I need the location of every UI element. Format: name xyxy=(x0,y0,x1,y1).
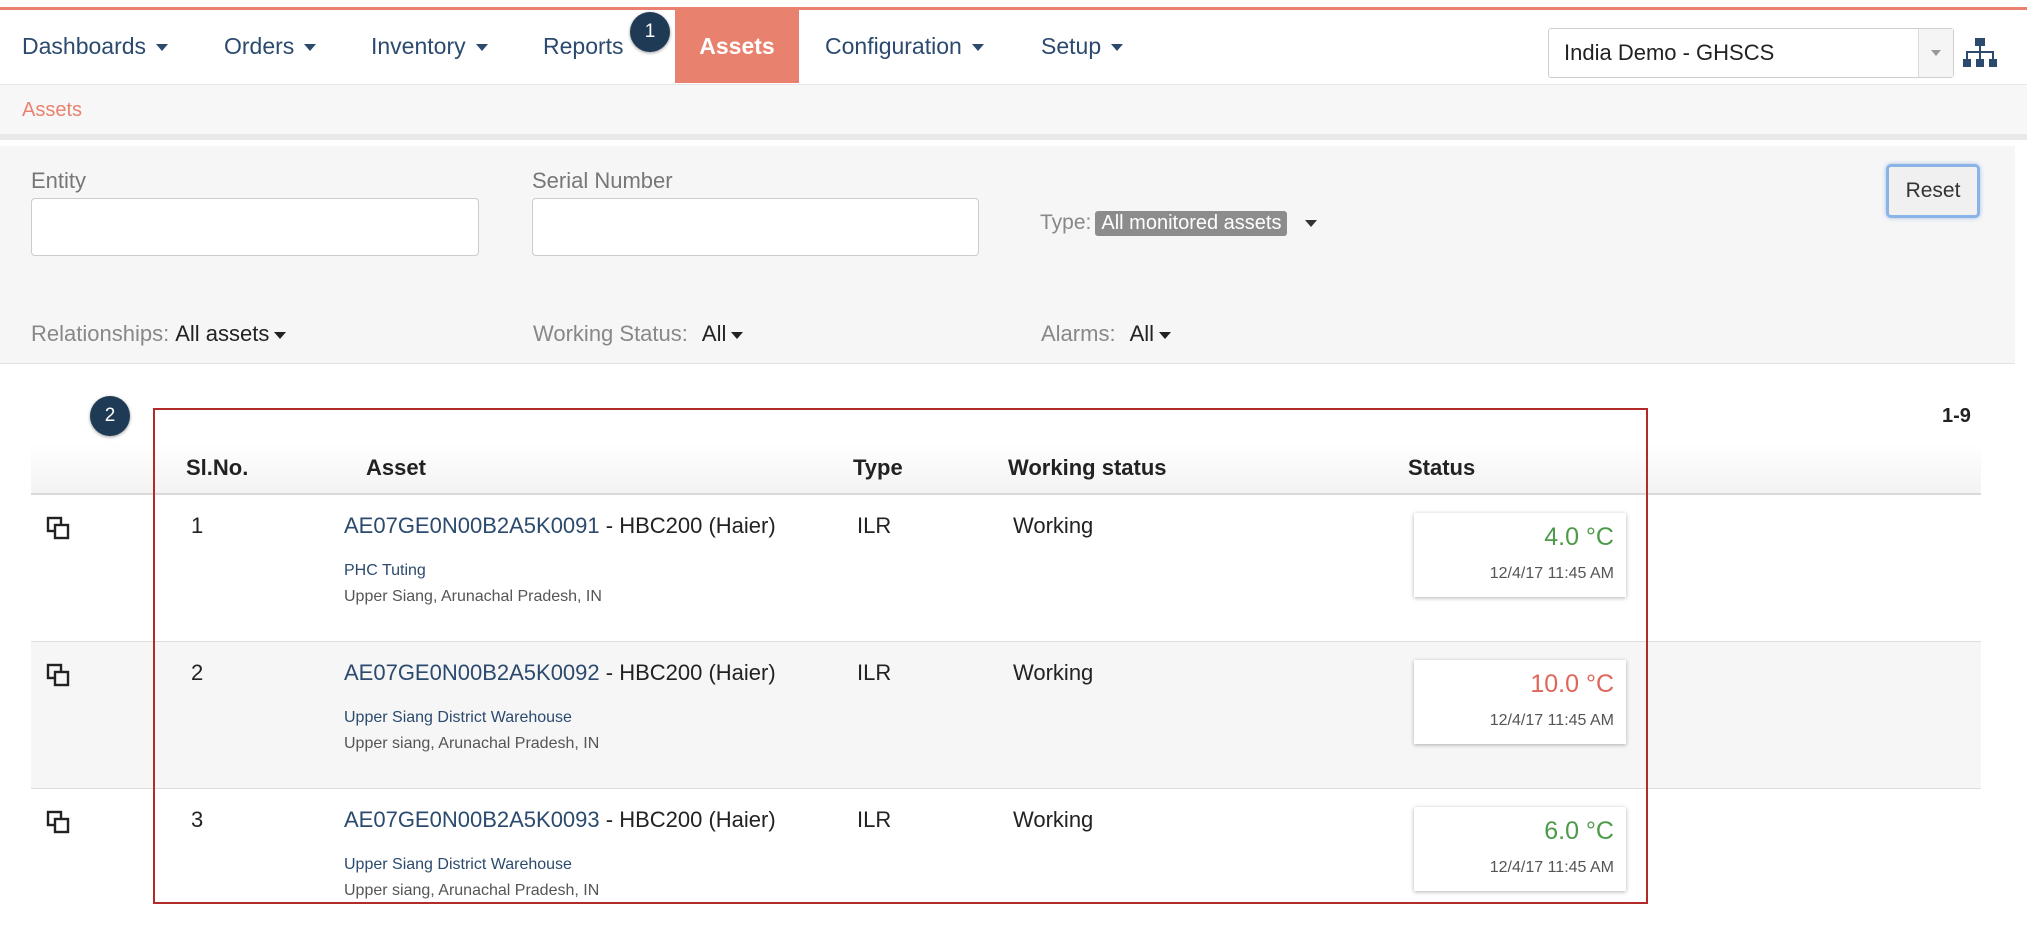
asset-link[interactable]: AE07GE0N00B2A5K0092 xyxy=(344,660,600,685)
chevron-down-icon xyxy=(274,331,287,339)
asset-model: - HBC200 (Haier) xyxy=(599,807,776,832)
nav-orders-label: Orders xyxy=(224,33,295,59)
chevron-down-icon xyxy=(1159,331,1172,339)
asset-type: ILR xyxy=(857,660,892,685)
asset-location[interactable]: Upper Siang District Warehouse xyxy=(344,856,572,874)
asset-model: - HBC200 (Haier) xyxy=(599,513,776,538)
select-arrow-icon[interactable] xyxy=(1918,29,1953,77)
table-row: 2 AE07GE0N00B2A5K0092 - HBC200 (Haier) U… xyxy=(31,642,1981,789)
asset-type: ILR xyxy=(857,513,892,538)
row-slno: 1 xyxy=(191,513,204,538)
header-asset: Asset xyxy=(366,455,426,480)
chevron-down-icon xyxy=(971,44,984,52)
breadcrumb-bar: Assets xyxy=(0,85,2027,140)
reset-button[interactable]: Reset xyxy=(1886,164,1980,218)
filter-panel: Entity Serial Number Type: All monitored … xyxy=(0,146,2015,364)
asset-location[interactable]: PHC Tuting xyxy=(344,562,426,580)
nav-orders[interactable]: Orders xyxy=(224,10,317,83)
asset-location[interactable]: Upper Siang District Warehouse xyxy=(344,709,572,727)
temperature-reading: 4.0 °C xyxy=(1544,523,1614,551)
asset-cell: AE07GE0N00B2A5K0092 - HBC200 (Haier) xyxy=(344,660,776,686)
status-card[interactable]: 4.0 °C 12/4/17 11:45 AM xyxy=(1414,513,1626,597)
callout-badge-1: 1 xyxy=(630,12,670,52)
status-card[interactable]: 10.0 °C 12/4/17 11:45 AM xyxy=(1414,660,1626,744)
row-slno: 3 xyxy=(191,807,204,832)
serial-number-label: Serial Number xyxy=(532,168,673,193)
entity-label: Entity xyxy=(31,168,87,193)
nav-dashboards-label: Dashboards xyxy=(22,33,147,59)
status-timestamp: 12/4/17 11:45 AM xyxy=(1489,712,1614,729)
table-row: 1 AE07GE0N00B2A5K0091 - HBC200 (Haier) P… xyxy=(31,495,1981,642)
nav-setup[interactable]: Setup xyxy=(1041,10,1124,83)
nav-assets-label: Assets xyxy=(699,33,775,59)
main-navbar: Dashboards Orders Inventory Reports Asse… xyxy=(0,10,2027,85)
asset-model: - HBC200 (Haier) xyxy=(599,660,776,685)
nav-reports-label: Reports xyxy=(543,33,624,59)
working-status-label: Working Status: xyxy=(533,321,688,346)
chevron-down-icon xyxy=(304,44,317,52)
expand-details-icon[interactable] xyxy=(45,809,73,837)
nav-inventory[interactable]: Inventory xyxy=(371,10,488,83)
asset-cell: AE07GE0N00B2A5K0091 - HBC200 (Haier) xyxy=(344,513,776,539)
asset-type: ILR xyxy=(857,807,892,832)
entity-domain-value: India Demo - GHSCS xyxy=(1564,40,1775,65)
row-slno: 2 xyxy=(191,660,204,685)
callout-badge-2: 2 xyxy=(90,396,130,436)
nav-assets[interactable]: Assets xyxy=(675,10,799,83)
entity-input[interactable] xyxy=(31,198,479,256)
pagination-range: 1-9 xyxy=(1942,405,1971,427)
serial-number-input[interactable] xyxy=(532,198,979,256)
chevron-down-icon[interactable] xyxy=(1305,219,1318,227)
expand-details-icon[interactable] xyxy=(45,515,73,543)
asset-region: Upper Siang, Arunachal Pradesh, IN xyxy=(344,588,602,605)
working-status-filter[interactable]: Working Status: All xyxy=(533,321,744,347)
temperature-reading: 6.0 °C xyxy=(1544,817,1614,845)
table-row: 3 AE07GE0N00B2A5K0093 - HBC200 (Haier) U… xyxy=(31,789,1981,936)
asset-link[interactable]: AE07GE0N00B2A5K0091 xyxy=(344,513,600,538)
header-status: Status xyxy=(1408,455,1476,480)
nav-configuration-label: Configuration xyxy=(825,33,962,59)
type-value[interactable]: All monitored assets xyxy=(1095,211,1288,236)
temperature-reading: 10.0 °C xyxy=(1530,670,1614,698)
asset-cell: AE07GE0N00B2A5K0093 - HBC200 (Haier) xyxy=(344,807,776,833)
hierarchy-icon[interactable] xyxy=(1962,36,1998,70)
alarms-label: Alarms: xyxy=(1041,321,1116,346)
chevron-down-icon xyxy=(475,44,488,52)
type-filter[interactable]: Type: All monitored assets xyxy=(1040,211,1318,236)
type-label: Type: xyxy=(1040,211,1092,234)
table-header: Sl.No. Asset Type Working status Status xyxy=(31,443,1981,495)
chevron-down-icon xyxy=(731,331,744,339)
status-timestamp: 12/4/17 11:45 AM xyxy=(1489,859,1614,876)
status-timestamp: 12/4/17 11:45 AM xyxy=(1489,565,1614,582)
working-status-value[interactable]: All xyxy=(702,321,726,346)
expand-details-icon[interactable] xyxy=(45,662,73,690)
working-status: Working xyxy=(1013,513,1094,538)
header-type: Type xyxy=(853,455,903,480)
nav-inventory-label: Inventory xyxy=(371,33,466,59)
working-status: Working xyxy=(1013,660,1094,685)
breadcrumb[interactable]: Assets xyxy=(22,99,82,122)
header-slno: Sl.No. xyxy=(186,455,249,480)
nav-setup-label: Setup xyxy=(1041,33,1102,59)
working-status: Working xyxy=(1013,807,1094,832)
asset-region: Upper siang, Arunachal Pradesh, IN xyxy=(344,735,600,752)
chevron-down-icon xyxy=(156,44,169,52)
chevron-down-icon xyxy=(1111,44,1124,52)
top-accent-line xyxy=(0,0,2027,10)
nav-configuration[interactable]: Configuration xyxy=(825,10,984,83)
asset-link[interactable]: AE07GE0N00B2A5K0093 xyxy=(344,807,600,832)
relationships-filter[interactable]: Relationships: All assets xyxy=(31,321,287,347)
nav-dashboards[interactable]: Dashboards xyxy=(22,10,169,83)
alarms-filter[interactable]: Alarms: All xyxy=(1041,321,1172,347)
alarms-value[interactable]: All xyxy=(1130,321,1154,346)
header-working-status: Working status xyxy=(1008,455,1167,480)
nav-reports[interactable]: Reports xyxy=(543,10,624,83)
asset-region: Upper siang, Arunachal Pradesh, IN xyxy=(344,882,600,899)
relationships-label: Relationships: xyxy=(31,321,170,346)
entity-domain-select[interactable]: India Demo - GHSCS xyxy=(1548,28,1954,78)
status-card[interactable]: 6.0 °C 12/4/17 11:45 AM xyxy=(1414,807,1626,891)
relationships-value[interactable]: All assets xyxy=(175,321,269,346)
